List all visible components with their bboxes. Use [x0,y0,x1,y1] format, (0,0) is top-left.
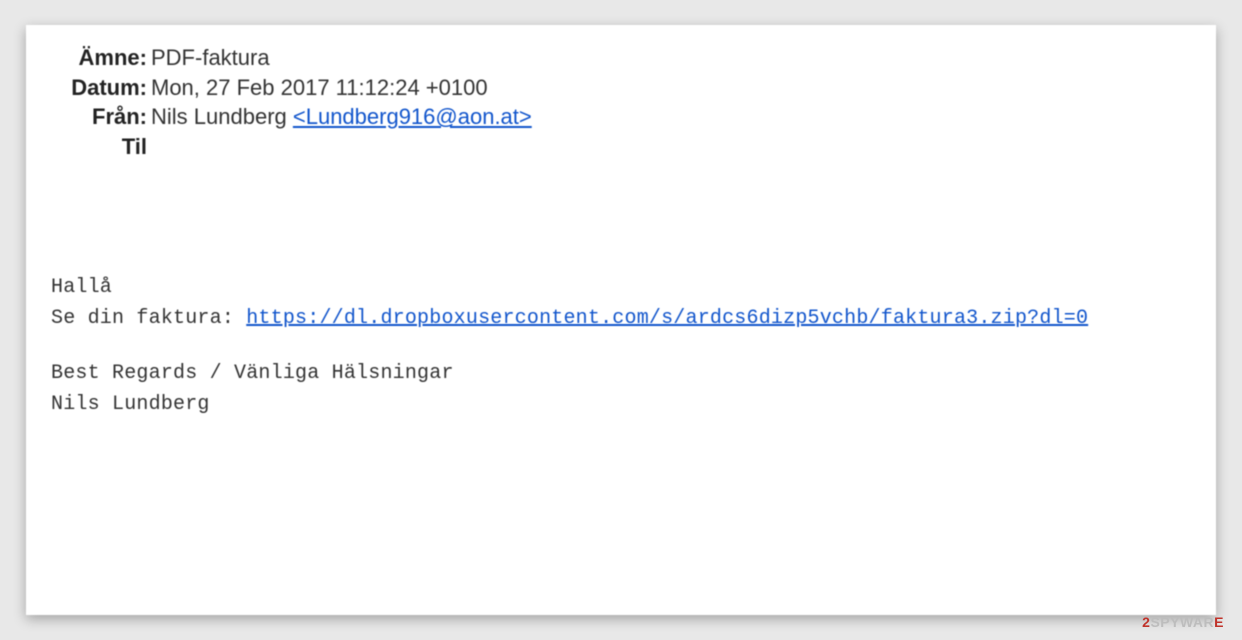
body-regards: Best Regards / Vänliga Hälsningar [51,358,1191,389]
from-email-link[interactable]: <Lundberg916@aon.at> [293,104,532,129]
to-label: Til [46,132,151,162]
body-greeting: Hallå [51,272,1191,303]
email-window: Ämne: PDF-faktura Datum: Mon, 27 Feb 201… [26,25,1216,615]
invoice-prefix: Se din faktura: [51,307,246,330]
date-value: Mon, 27 Feb 2017 11:12:24 +0100 [151,73,488,103]
body-signature: Nils Lundberg [51,389,1191,420]
body-invoice-line: Se din faktura: https://dl.dropboxuserco… [51,303,1191,334]
body-spacer [51,334,1191,358]
watermark-text1: SPYWAR [1150,614,1214,630]
watermark: 2SPYWARE [1142,614,1224,630]
from-value: Nils Lundberg <Lundberg916@aon.at> [151,102,532,132]
from-label: Från: [46,102,151,132]
invoice-link[interactable]: https://dl.dropboxusercontent.com/s/ardc… [246,307,1088,330]
from-name: Nils Lundberg [151,104,293,129]
from-row: Från: Nils Lundberg <Lundberg916@aon.at> [46,102,1196,132]
subject-value: PDF-faktura [151,43,270,73]
email-body: Hallå Se din faktura: https://dl.dropbox… [26,162,1216,420]
date-label: Datum: [46,73,151,103]
subject-row: Ämne: PDF-faktura [46,43,1196,73]
subject-label: Ämne: [46,43,151,73]
email-header: Ämne: PDF-faktura Datum: Mon, 27 Feb 201… [26,25,1216,162]
to-row: Til [46,132,1196,162]
watermark-text2: E [1214,614,1224,630]
date-row: Datum: Mon, 27 Feb 2017 11:12:24 +0100 [46,73,1196,103]
